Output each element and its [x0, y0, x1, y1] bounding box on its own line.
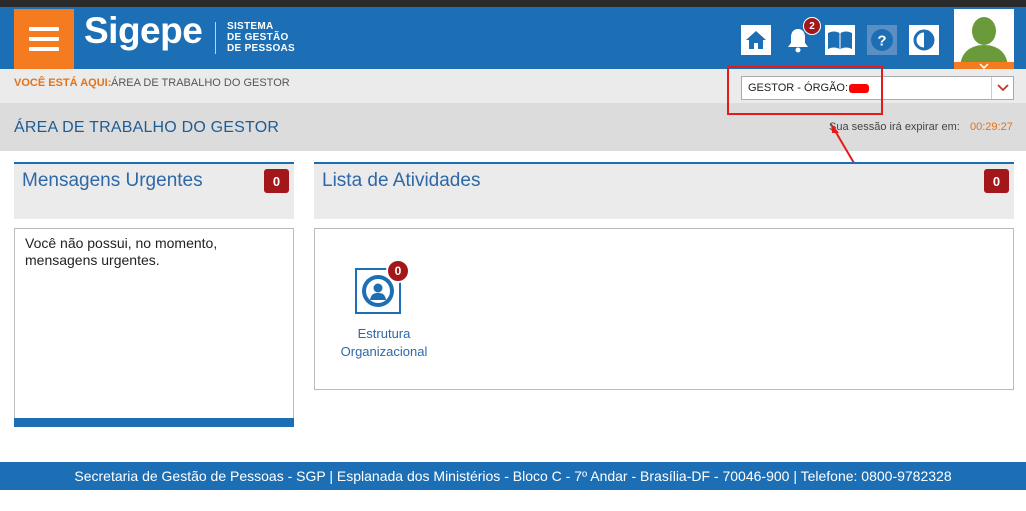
activity-count-badge: 0: [386, 259, 410, 283]
logo-subtitle-line: DE PESSOAS: [227, 43, 296, 54]
activities-body: [314, 228, 1014, 390]
manual-button[interactable]: [825, 25, 855, 55]
activities-title: Lista de Atividades: [322, 170, 481, 191]
user-avatar[interactable]: [954, 9, 1014, 69]
help-glyph: ?: [877, 33, 886, 50]
profile-select-arrow[interactable]: [991, 77, 1013, 99]
home-icon: [746, 31, 766, 49]
window-top-strip: [0, 0, 1026, 7]
annotation-highlight-box: [727, 66, 883, 115]
menu-icon-line: [29, 27, 59, 31]
contrast-icon: [913, 29, 935, 51]
footer: Secretaria de Gestão de Pessoas - SGP | …: [0, 462, 1026, 490]
activity-label[interactable]: Estrutura Organizacional: [330, 325, 438, 361]
urgent-messages-body: Você não possui, no momento, mensagens u…: [14, 228, 294, 427]
logo-subtitle-line: DE GESTÃO: [227, 32, 289, 43]
logo-divider: [215, 22, 216, 54]
menu-icon-line: [29, 47, 59, 51]
urgent-messages-footer-bar: [14, 418, 294, 427]
logo-subtitle-line: SISTEMA: [227, 21, 274, 32]
page-title: ÁREA DE TRABALHO DO GESTOR: [14, 119, 280, 136]
urgent-messages-count: 0: [264, 169, 289, 193]
breadcrumb-label: VOCÊ ESTÁ AQUI:: [14, 77, 112, 89]
user-avatar-icon: [954, 9, 1014, 69]
help-button[interactable]: ?: [867, 25, 897, 55]
urgent-messages-title: Mensagens Urgentes: [22, 170, 203, 191]
footer-text: Secretaria de Gestão de Pessoas - SGP | …: [74, 468, 952, 484]
menu-icon-line: [29, 37, 59, 41]
notifications-badge: 2: [803, 17, 821, 35]
urgent-messages-empty-text: Você não possui, no momento, mensagens u…: [25, 235, 218, 268]
activities-count: 0: [984, 169, 1009, 193]
menu-button[interactable]: [14, 9, 74, 69]
contrast-button[interactable]: [909, 25, 939, 55]
breadcrumb-current: ÁREA DE TRABALHO DO GESTOR: [111, 77, 290, 89]
app-logo[interactable]: Sigepe: [84, 12, 203, 49]
home-button[interactable]: [741, 25, 771, 55]
session-expiry-timer: 00:29:27: [970, 121, 1013, 133]
help-icon: ?: [867, 25, 897, 55]
book-icon: [828, 31, 852, 49]
avatar-dropdown-toggle[interactable]: [954, 62, 1014, 69]
chevron-down-icon: [996, 84, 1009, 92]
chevron-down-icon: [979, 62, 989, 69]
logo-subtitle: SISTEMA DE GESTÃO DE PESSOAS: [227, 21, 295, 54]
